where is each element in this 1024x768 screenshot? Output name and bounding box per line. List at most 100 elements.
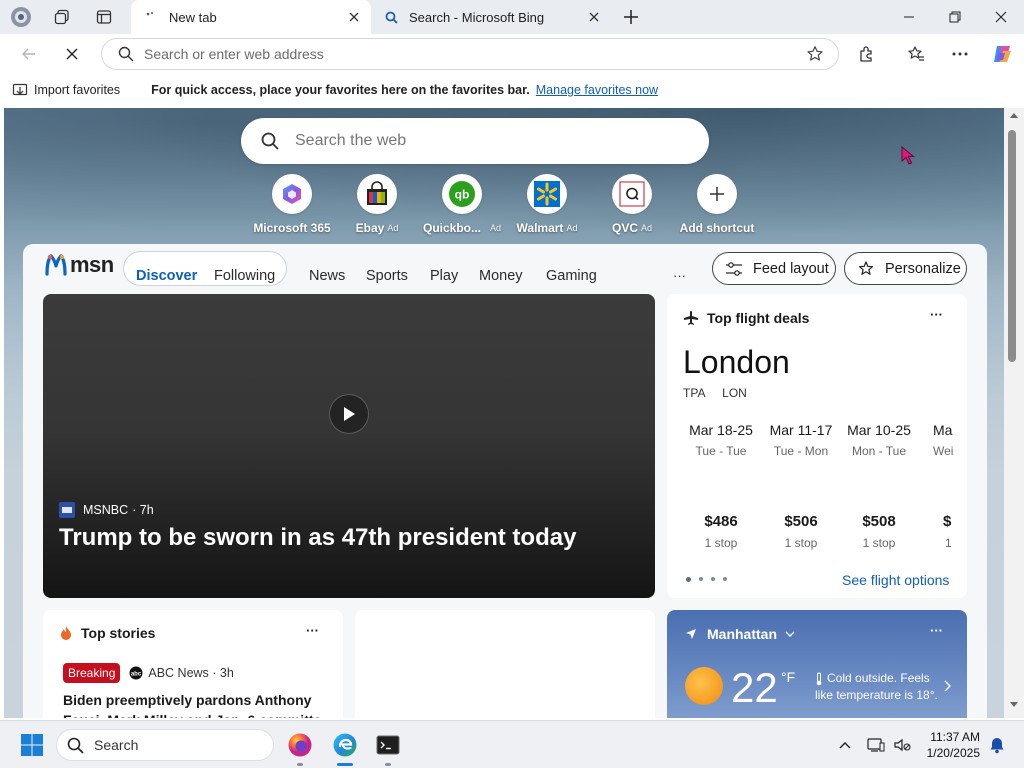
carousel-dots[interactable]	[686, 577, 727, 582]
deal-dates: Ma	[933, 422, 953, 438]
shortcut-label: Walmart	[516, 221, 564, 235]
address-bar[interactable]	[101, 38, 839, 70]
shortcut-qvc[interactable]: QVC Ad	[590, 174, 674, 235]
volume-muted-icon[interactable]	[886, 729, 918, 761]
personalize-button[interactable]: Personalize	[844, 252, 967, 285]
shortcut-label: Ebay	[355, 221, 385, 235]
chevron-down-icon[interactable]	[785, 630, 795, 638]
favorites-icon[interactable]	[901, 40, 931, 68]
address-input[interactable]	[144, 46, 806, 62]
flight-deal[interactable]: Ma Wei $ 1	[933, 422, 953, 550]
weather-note-line: Cold outside. Feels	[827, 671, 930, 685]
shortcut-microsoft-365[interactable]: Microsoft 365	[250, 174, 334, 235]
weather-unit: °F	[781, 669, 796, 685]
weather-card[interactable]: Manhattan ··· 22 °F Cold outside. Feels …	[667, 610, 967, 718]
shortcut-walmart[interactable]: Walmart Ad	[505, 174, 589, 235]
import-favorites-button[interactable]: Import favorites	[12, 82, 120, 98]
msn-logo[interactable]: msn	[43, 252, 114, 278]
flight-card-more-icon[interactable]: ···	[930, 307, 943, 322]
nav-gaming[interactable]: Gaming	[546, 268, 597, 284]
chevron-right-icon[interactable]	[943, 680, 951, 692]
close-window-icon[interactable]	[978, 0, 1024, 34]
flight-card-title: Top flight deals	[707, 310, 810, 326]
chevron-up-icon[interactable]	[829, 729, 861, 761]
page-scrollbar[interactable]	[1004, 108, 1024, 718]
web-search-box[interactable]	[241, 118, 709, 164]
stop-loading-icon[interactable]	[57, 40, 87, 68]
deal-days: Tue - Mon	[773, 444, 829, 458]
new-tab-plus-icon[interactable]	[620, 6, 642, 28]
flight-deal[interactable]: Mar 10-25 Mon - Tue $508 1 stop	[835, 422, 923, 550]
extensions-icon[interactable]	[852, 40, 882, 68]
plus-icon	[697, 174, 737, 214]
windows-start-icon[interactable]	[16, 729, 48, 761]
weather-header: Manhattan	[685, 626, 795, 642]
hero-headline[interactable]: Trump to be sworn in as 47th president t…	[59, 524, 576, 552]
hero-video-card[interactable]: MSNBC · 7h Trump to be sworn in as 47th …	[43, 294, 655, 598]
tab-new-tab[interactable]: New tab	[131, 0, 371, 34]
feed-layout-label: Feed layout	[753, 260, 829, 277]
nav-more-button[interactable]: ···	[673, 268, 686, 283]
restore-icon[interactable]	[932, 0, 978, 34]
shortcut-quickbooks[interactable]: qb Quickbo... Ad	[420, 174, 504, 235]
flight-city: London	[683, 344, 790, 380]
running-indicator	[297, 763, 303, 766]
add-shortcut-button[interactable]: Add shortcut	[675, 174, 759, 235]
flight-from: TPA	[683, 386, 705, 400]
vertical-tabs-icon[interactable]	[93, 6, 115, 28]
nav-money[interactable]: Money	[479, 268, 523, 284]
taskbar: Search 11:37 AM 1/20/2025	[0, 720, 1024, 768]
msn-logo-text: msn	[70, 252, 114, 277]
copilot-icon[interactable]	[987, 40, 1017, 68]
feed-layout-button[interactable]: Feed layout	[712, 252, 836, 285]
scrollbar-thumb[interactable]	[1008, 130, 1016, 362]
deal-stops: 1 stop	[784, 536, 818, 550]
web-search-input[interactable]	[295, 132, 709, 150]
favorites-bar-message: For quick access, place your favorites h…	[151, 83, 530, 97]
minimize-icon[interactable]	[886, 0, 932, 34]
more-options-icon[interactable]	[945, 40, 975, 68]
tab-title: New tab	[169, 9, 217, 25]
nav-play[interactable]: Play	[430, 268, 458, 284]
nav-sports[interactable]: Sports	[366, 268, 408, 284]
clock[interactable]: 11:37 AM 1/20/2025	[916, 729, 980, 761]
ebay-bag-icon	[357, 174, 397, 214]
top-stories-title: Top stories	[81, 625, 156, 641]
story-headline[interactable]: Biden preemptively pardons Anthony Fauci…	[63, 690, 321, 718]
deal-days: Tue - Tue	[695, 444, 747, 458]
tab-bing-search[interactable]: Search - Microsoft Bing	[371, 0, 611, 34]
deal-days: Wei	[933, 444, 953, 458]
flight-deal[interactable]: Mar 11-17 Tue - Mon $506 1 stop	[757, 422, 845, 550]
top-stories-more-icon[interactable]: ···	[306, 623, 319, 638]
favorite-star-icon[interactable]	[806, 45, 824, 63]
weather-more-icon[interactable]: ···	[930, 623, 943, 638]
weather-note-line: like temperature is 18°.	[815, 688, 938, 702]
svg-text:abc: abc	[131, 672, 142, 678]
taskbar-search-box[interactable]: Search	[56, 729, 274, 761]
edge-icon[interactable]	[329, 729, 361, 761]
ad-label: Ad	[387, 223, 399, 233]
taskbar-search-label: Search	[94, 737, 139, 753]
hero-age: · 7h	[132, 503, 154, 517]
deal-price: $506	[784, 513, 818, 530]
scroll-down-icon[interactable]	[1010, 702, 1018, 708]
workspaces-icon[interactable]	[51, 6, 73, 28]
terminal-icon[interactable]	[372, 729, 404, 761]
close-tab-icon[interactable]	[343, 6, 365, 28]
flight-deals-card: Top flight deals ··· London TPA LON Mar …	[667, 294, 967, 598]
shortcut-ebay[interactable]: Ebay Ad	[335, 174, 419, 235]
profile-avatar-icon[interactable]	[10, 6, 32, 28]
nav-news[interactable]: News	[309, 268, 345, 284]
back-icon[interactable]	[14, 40, 44, 68]
manage-favorites-link[interactable]: Manage favorites now	[536, 83, 658, 97]
firefox-icon[interactable]	[284, 729, 316, 761]
qvc-icon	[612, 174, 652, 214]
flight-deal[interactable]: Mar 18-25 Tue - Tue $486 1 stop	[677, 422, 765, 550]
scroll-up-icon[interactable]	[1010, 112, 1018, 118]
close-tab-icon[interactable]	[583, 6, 605, 28]
play-icon[interactable]	[329, 394, 369, 434]
tab-following[interactable]: Following	[214, 268, 275, 284]
see-flight-options-link[interactable]: See flight options	[842, 572, 949, 588]
notification-bell-icon[interactable]	[981, 729, 1013, 761]
tab-discover[interactable]: Discover	[136, 268, 197, 284]
